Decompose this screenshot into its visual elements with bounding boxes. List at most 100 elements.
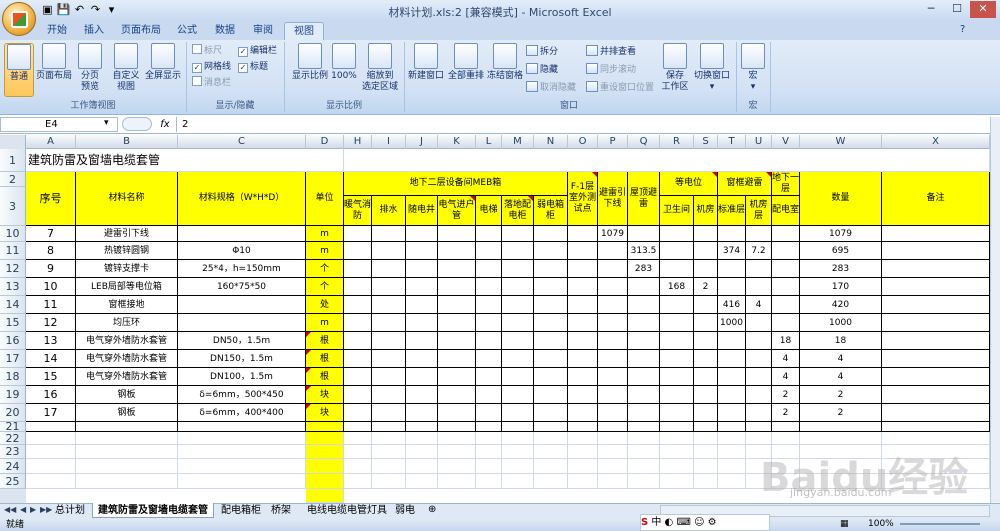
data-row-8-note[interactable] [882,242,990,260]
data-row-15-unit[interactable]: 根 [306,368,344,386]
empty-cell[interactable] [534,474,568,489]
data-row-9-unit[interactable]: 个 [306,260,344,278]
data-row-8-name[interactable]: 热镀锌圆钢 [76,242,178,260]
tab-insert[interactable]: 插入 [75,22,113,40]
hide-button[interactable]: 隐藏 [526,63,558,77]
sheet-tab-weak[interactable]: 弱电 [390,503,420,518]
data-row-8-V[interactable] [772,242,800,260]
data-row-14-V[interactable]: 4 [772,350,800,368]
empty-cell[interactable] [534,432,568,445]
sheet-tab-total[interactable]: 总计划 [50,503,90,518]
data-row-8-seq[interactable]: 8 [26,242,76,260]
close-icon[interactable]: ✕ [970,1,996,18]
data-row-13-name[interactable]: 电气穿外墙防水套管 [76,332,178,350]
tab-home[interactable]: 开始 [38,22,76,40]
empty-cell[interactable] [406,422,438,432]
tab-nav-first-icon[interactable]: ◀◀ [4,505,16,514]
data-row-11-col-L[interactable] [476,296,502,314]
sheet-tab-cables[interactable]: 电线电缆电管灯具 [302,503,392,518]
data-row-14-col-O[interactable] [568,350,598,368]
data-row-14-P[interactable] [598,350,628,368]
data-row-17-P[interactable] [598,404,628,422]
column-header-T[interactable]: T [718,135,746,149]
row-header-17[interactable]: 17 [0,350,26,368]
data-row-15-name[interactable]: 电气穿外墙防水套管 [76,368,178,386]
empty-cell[interactable] [406,474,438,489]
empty-cell[interactable] [438,445,476,459]
data-row-11-col-M[interactable] [502,296,534,314]
empty-cell[interactable] [76,459,178,474]
zoom-button[interactable]: 显示比例 [290,43,330,82]
data-row-10-col-L[interactable] [476,278,502,296]
column-header-C[interactable]: C [178,135,306,149]
empty-cell[interactable] [476,459,502,474]
data-row-10-V[interactable] [772,278,800,296]
empty-cell[interactable] [660,445,694,459]
empty-cell[interactable] [26,422,76,432]
data-row-7-W[interactable]: 1079 [800,226,882,242]
data-row-15-col-L[interactable] [476,368,502,386]
data-row-13-unit[interactable]: 根 [306,332,344,350]
data-row-14-col-J[interactable] [406,350,438,368]
data-row-13-Q[interactable] [628,332,660,350]
data-row-15-note[interactable] [882,368,990,386]
data-row-15-W[interactable]: 4 [800,368,882,386]
data-row-16-col-I[interactable] [372,386,406,404]
ime-toolbar[interactable]: S 中 ◐ ⌨ ☺ ⚙ [640,514,770,531]
freeze-panes-button[interactable]: 冻结窗格 [486,43,524,82]
data-row-16-col-J[interactable] [406,386,438,404]
empty-cell[interactable] [76,445,178,459]
data-row-8-T[interactable]: 374 [718,242,746,260]
page-layout-view-button[interactable]: 页面布局 [36,43,72,82]
empty-cell[interactable] [372,445,406,459]
data-row-7-R[interactable] [660,226,694,242]
name-box[interactable]: E4 [0,117,118,132]
row-header-24[interactable]: 24 [0,459,26,474]
data-row-17-name[interactable]: 钢板 [76,404,178,422]
empty-cell[interactable] [660,474,694,489]
sheet-tab-tray[interactable]: 桥架 [266,503,296,518]
row-header-3[interactable]: 3 [0,187,26,226]
empty-cell[interactable] [628,432,660,445]
data-row-8-col-I[interactable] [372,242,406,260]
column-header-K[interactable]: K [438,135,476,149]
data-row-8-col-O[interactable] [568,242,598,260]
empty-cell[interactable] [306,432,344,445]
data-row-8-P[interactable] [598,242,628,260]
data-row-11-U[interactable]: 4 [746,296,772,314]
empty-cell[interactable] [800,422,882,432]
side-by-side-button[interactable]: 并排查看 [586,45,636,59]
data-row-17-U[interactable] [746,404,772,422]
save-workspace-button[interactable]: 保存 工作区 [660,43,690,93]
data-row-16-S[interactable] [694,386,718,404]
row-header-13[interactable]: 13 [0,278,26,296]
empty-cell[interactable] [476,432,502,445]
data-row-14-spec[interactable]: DN150，1.5m [178,350,306,368]
sync-scroll-button[interactable]: 同步滚动 [586,63,636,77]
empty-cell[interactable] [372,422,406,432]
data-row-15-seq[interactable]: 15 [26,368,76,386]
data-row-10-col-J[interactable] [406,278,438,296]
data-row-7-V[interactable] [772,226,800,242]
data-row-8-U[interactable]: 7.2 [746,242,772,260]
data-row-9-col-O[interactable] [568,260,598,278]
data-row-15-col-O[interactable] [568,368,598,386]
data-row-8-col-L[interactable] [476,242,502,260]
data-row-13-W[interactable]: 18 [800,332,882,350]
column-header-O[interactable]: O [568,135,598,149]
data-row-11-W[interactable]: 420 [800,296,882,314]
data-row-16-W[interactable]: 2 [800,386,882,404]
data-row-12-col-O[interactable] [568,314,598,332]
tab-page-layout[interactable]: 页面布局 [112,22,170,40]
data-row-7-spec[interactable] [178,226,306,242]
empty-cell[interactable] [76,432,178,445]
empty-cell[interactable] [344,422,372,432]
empty-cell[interactable] [306,422,344,432]
empty-cell[interactable] [718,445,746,459]
data-row-10-col-I[interactable] [372,278,406,296]
headings-checkbox[interactable]: ✓ 标题 [238,60,268,74]
data-row-15-col-J[interactable] [406,368,438,386]
empty-cell[interactable] [178,474,306,489]
data-row-16-col-L[interactable] [476,386,502,404]
data-row-14-U[interactable] [746,350,772,368]
